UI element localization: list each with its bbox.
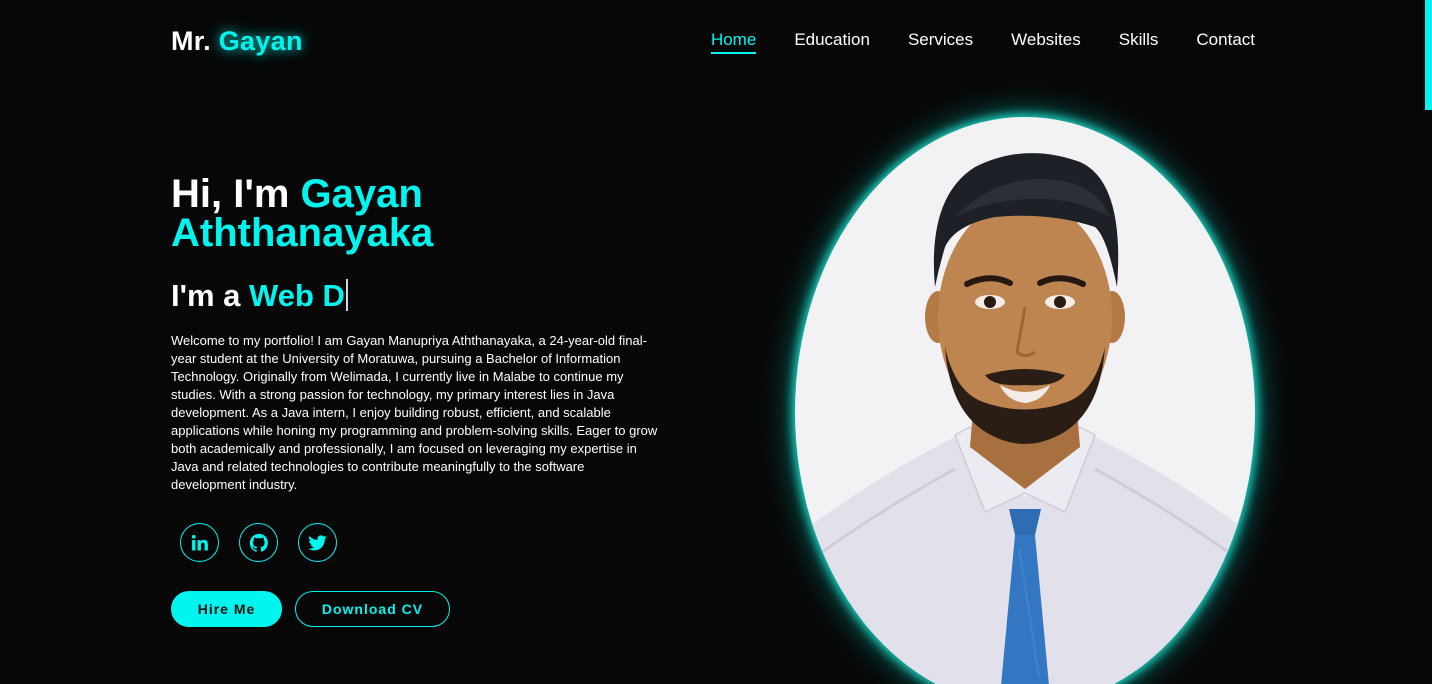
social-links xyxy=(180,523,337,562)
profile-photo xyxy=(795,117,1255,684)
nav-education[interactable]: Education xyxy=(794,30,870,54)
nav-contact[interactable]: Contact xyxy=(1196,30,1255,54)
nav-home[interactable]: Home xyxy=(710,30,757,54)
twitter-link[interactable] xyxy=(298,523,337,562)
nav-services[interactable]: Services xyxy=(908,30,973,54)
scrollbar-thumb[interactable] xyxy=(1425,0,1432,110)
role-line: I'm a Web D xyxy=(171,278,348,314)
logo-prefix: Mr. xyxy=(171,26,211,56)
linkedin-icon xyxy=(190,533,210,553)
nav-websites[interactable]: Websites xyxy=(1011,30,1081,54)
cta-buttons: Hire Me Download CV xyxy=(171,591,450,627)
download-cv-button[interactable]: Download CV xyxy=(295,591,450,627)
site-logo[interactable]: Mr. Gayan xyxy=(171,26,303,57)
twitter-icon xyxy=(307,532,328,553)
linkedin-link[interactable] xyxy=(180,523,219,562)
hero-greeting: Hi, I'm xyxy=(171,172,290,216)
typing-cursor xyxy=(345,279,348,311)
hire-me-button[interactable]: Hire Me xyxy=(171,591,282,627)
github-icon xyxy=(248,532,270,554)
hero-title: Hi, I'm Gayan Aththanayaka xyxy=(171,172,651,253)
main-nav: Home Education Services Websites Skills … xyxy=(710,30,1255,54)
portfolio-page: Mr. Gayan Home Education Services Websit… xyxy=(0,0,1432,684)
nav-skills[interactable]: Skills xyxy=(1119,30,1159,54)
logo-name: Gayan xyxy=(218,26,303,56)
about-text: Welcome to my portfolio! I am Gayan Manu… xyxy=(171,333,658,492)
role-typed-text: Web D xyxy=(249,278,345,313)
github-link[interactable] xyxy=(239,523,278,562)
role-prefix: I'm a xyxy=(171,278,241,313)
